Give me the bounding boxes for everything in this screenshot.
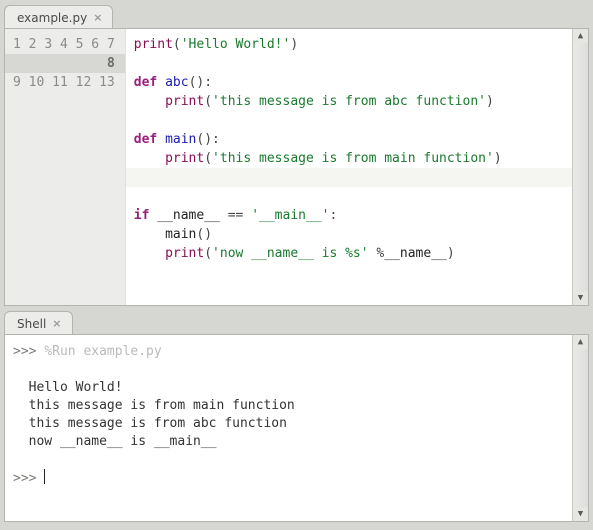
editor-scrollbar[interactable]: ▲ ▼ [572,29,588,305]
editor-tab-row: example.py × [4,4,589,28]
shell-output-line: this message is from main function [29,398,295,413]
shell-panel: Shell × >>> %Run example.py Hello World!… [4,310,589,522]
editor-tab[interactable]: example.py × [4,5,113,29]
shell-prompt: >>> [13,471,36,486]
text-cursor [44,469,45,484]
shell-prompt: >>> [13,344,36,359]
shell-output[interactable]: >>> %Run example.py Hello World! this me… [5,335,572,521]
shell-scrollbar[interactable]: ▲ ▼ [572,335,588,521]
shell-output-line: this message is from abc function [29,416,287,431]
editor-pane: 1 2 3 4 5 6 7 8 9 10 11 12 13 print('Hel… [4,28,589,306]
shell-output-line: Hello World! [29,380,123,395]
line-number-gutter: 1 2 3 4 5 6 7 8 9 10 11 12 13 [5,29,126,305]
code-editor[interactable]: print('Hello World!') def abc(): print('… [126,29,572,305]
scroll-up-icon[interactable]: ▲ [573,335,588,349]
shell-tab-row: Shell × [4,310,589,334]
scroll-down-icon[interactable]: ▼ [573,291,588,305]
shell-run-command: %Run example.py [44,344,161,359]
scroll-down-icon[interactable]: ▼ [573,507,588,521]
close-icon[interactable]: × [93,11,102,24]
editor-panel: example.py × 1 2 3 4 5 6 7 8 9 10 11 12 … [4,4,589,306]
shell-pane: >>> %Run example.py Hello World! this me… [4,334,589,522]
current-line-highlight [126,168,572,187]
editor-tab-label: example.py [17,11,87,25]
shell-tab[interactable]: Shell × [4,311,73,335]
close-icon[interactable]: × [52,317,61,330]
scroll-up-icon[interactable]: ▲ [573,29,588,43]
shell-output-line: now __name__ is __main__ [29,434,217,449]
shell-tab-label: Shell [17,317,46,331]
